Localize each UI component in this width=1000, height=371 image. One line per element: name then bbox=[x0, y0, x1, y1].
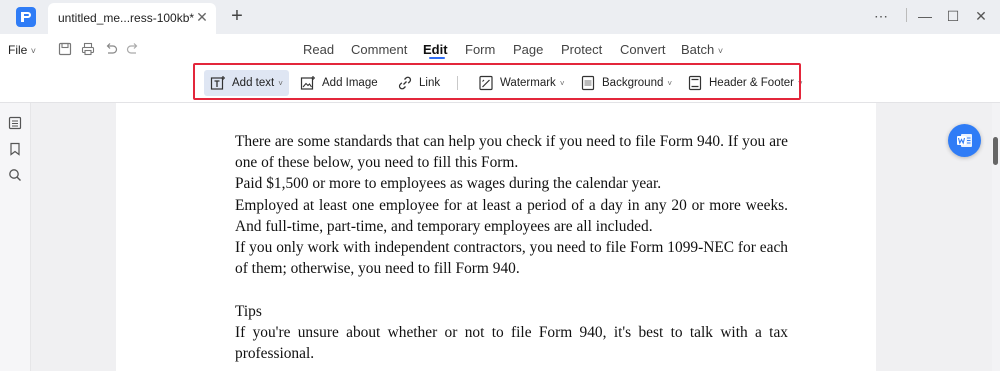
tips-paragraph: If you're unsure about whether or not to… bbox=[235, 323, 788, 363]
save-icon[interactable] bbox=[58, 42, 72, 56]
minimize-button[interactable]: — bbox=[914, 6, 936, 26]
close-tab-icon[interactable]: ✕ bbox=[194, 9, 210, 25]
window-controls-divider bbox=[906, 8, 907, 22]
paragraph: If you only work with independent contra… bbox=[235, 239, 788, 278]
tab-batch-label: Batch bbox=[681, 42, 715, 57]
word-convert-icon bbox=[957, 134, 972, 147]
tab-read[interactable]: Read bbox=[303, 42, 334, 57]
tab-form[interactable]: Form bbox=[465, 42, 495, 57]
menu-bar: File ˅ Read Comment Edit Form Page Prote… bbox=[0, 34, 1000, 64]
tab-edit[interactable]: Edit bbox=[423, 42, 448, 57]
paragraph: There are some standards that can help y… bbox=[235, 133, 788, 172]
undo-icon[interactable] bbox=[104, 42, 118, 56]
tab-page[interactable]: Page bbox=[513, 42, 543, 57]
tab-convert[interactable]: Convert bbox=[620, 42, 666, 57]
toolbar-highlight-box bbox=[193, 63, 801, 100]
tab-comment[interactable]: Comment bbox=[351, 42, 407, 57]
paragraph: Paid $1,500 or more to employees as wage… bbox=[235, 175, 662, 193]
tips-heading: Tips bbox=[235, 302, 262, 320]
document-page: There are some standards that can help y… bbox=[116, 103, 876, 371]
page-thumbnails-icon[interactable] bbox=[8, 116, 22, 130]
word-convert-button[interactable] bbox=[948, 124, 981, 157]
chevron-down-icon: ˅ bbox=[30, 46, 36, 56]
search-icon[interactable] bbox=[8, 168, 22, 182]
document-tab-title: untitled_me...ress-100kb* bbox=[58, 11, 195, 25]
vertical-scrollbar[interactable] bbox=[992, 103, 1000, 371]
maximize-button[interactable]: ☐ bbox=[942, 6, 964, 26]
tab-protect[interactable]: Protect bbox=[561, 42, 602, 57]
bookmark-icon[interactable] bbox=[8, 142, 22, 156]
chevron-down-icon: ˅ bbox=[717, 46, 724, 56]
scrollbar-thumb[interactable] bbox=[993, 137, 998, 165]
new-tab-button[interactable]: + bbox=[227, 6, 247, 26]
app-logo-icon bbox=[16, 7, 36, 27]
document-tab[interactable]: untitled_me...ress-100kb* ✕ bbox=[48, 3, 216, 34]
tab-batch[interactable]: Batch ˅ bbox=[681, 42, 723, 57]
redo-icon[interactable] bbox=[126, 42, 140, 56]
document-viewport[interactable]: There are some standards that can help y… bbox=[31, 103, 992, 371]
close-window-button[interactable]: ✕ bbox=[970, 6, 992, 26]
more-options-icon[interactable]: ⋯ bbox=[870, 6, 892, 26]
file-menu-label: File bbox=[8, 43, 28, 57]
title-bar: untitled_me...ress-100kb* ✕ + ⋯ — ☐ ✕ bbox=[0, 0, 1000, 34]
document-text[interactable]: There are some standards that can help y… bbox=[235, 131, 788, 364]
print-icon[interactable] bbox=[81, 42, 95, 56]
left-sidebar bbox=[0, 103, 31, 371]
file-menu[interactable]: File ˅ bbox=[8, 43, 36, 57]
active-tab-indicator bbox=[429, 57, 445, 59]
paragraph: Employed at least one employee for at le… bbox=[235, 196, 788, 235]
